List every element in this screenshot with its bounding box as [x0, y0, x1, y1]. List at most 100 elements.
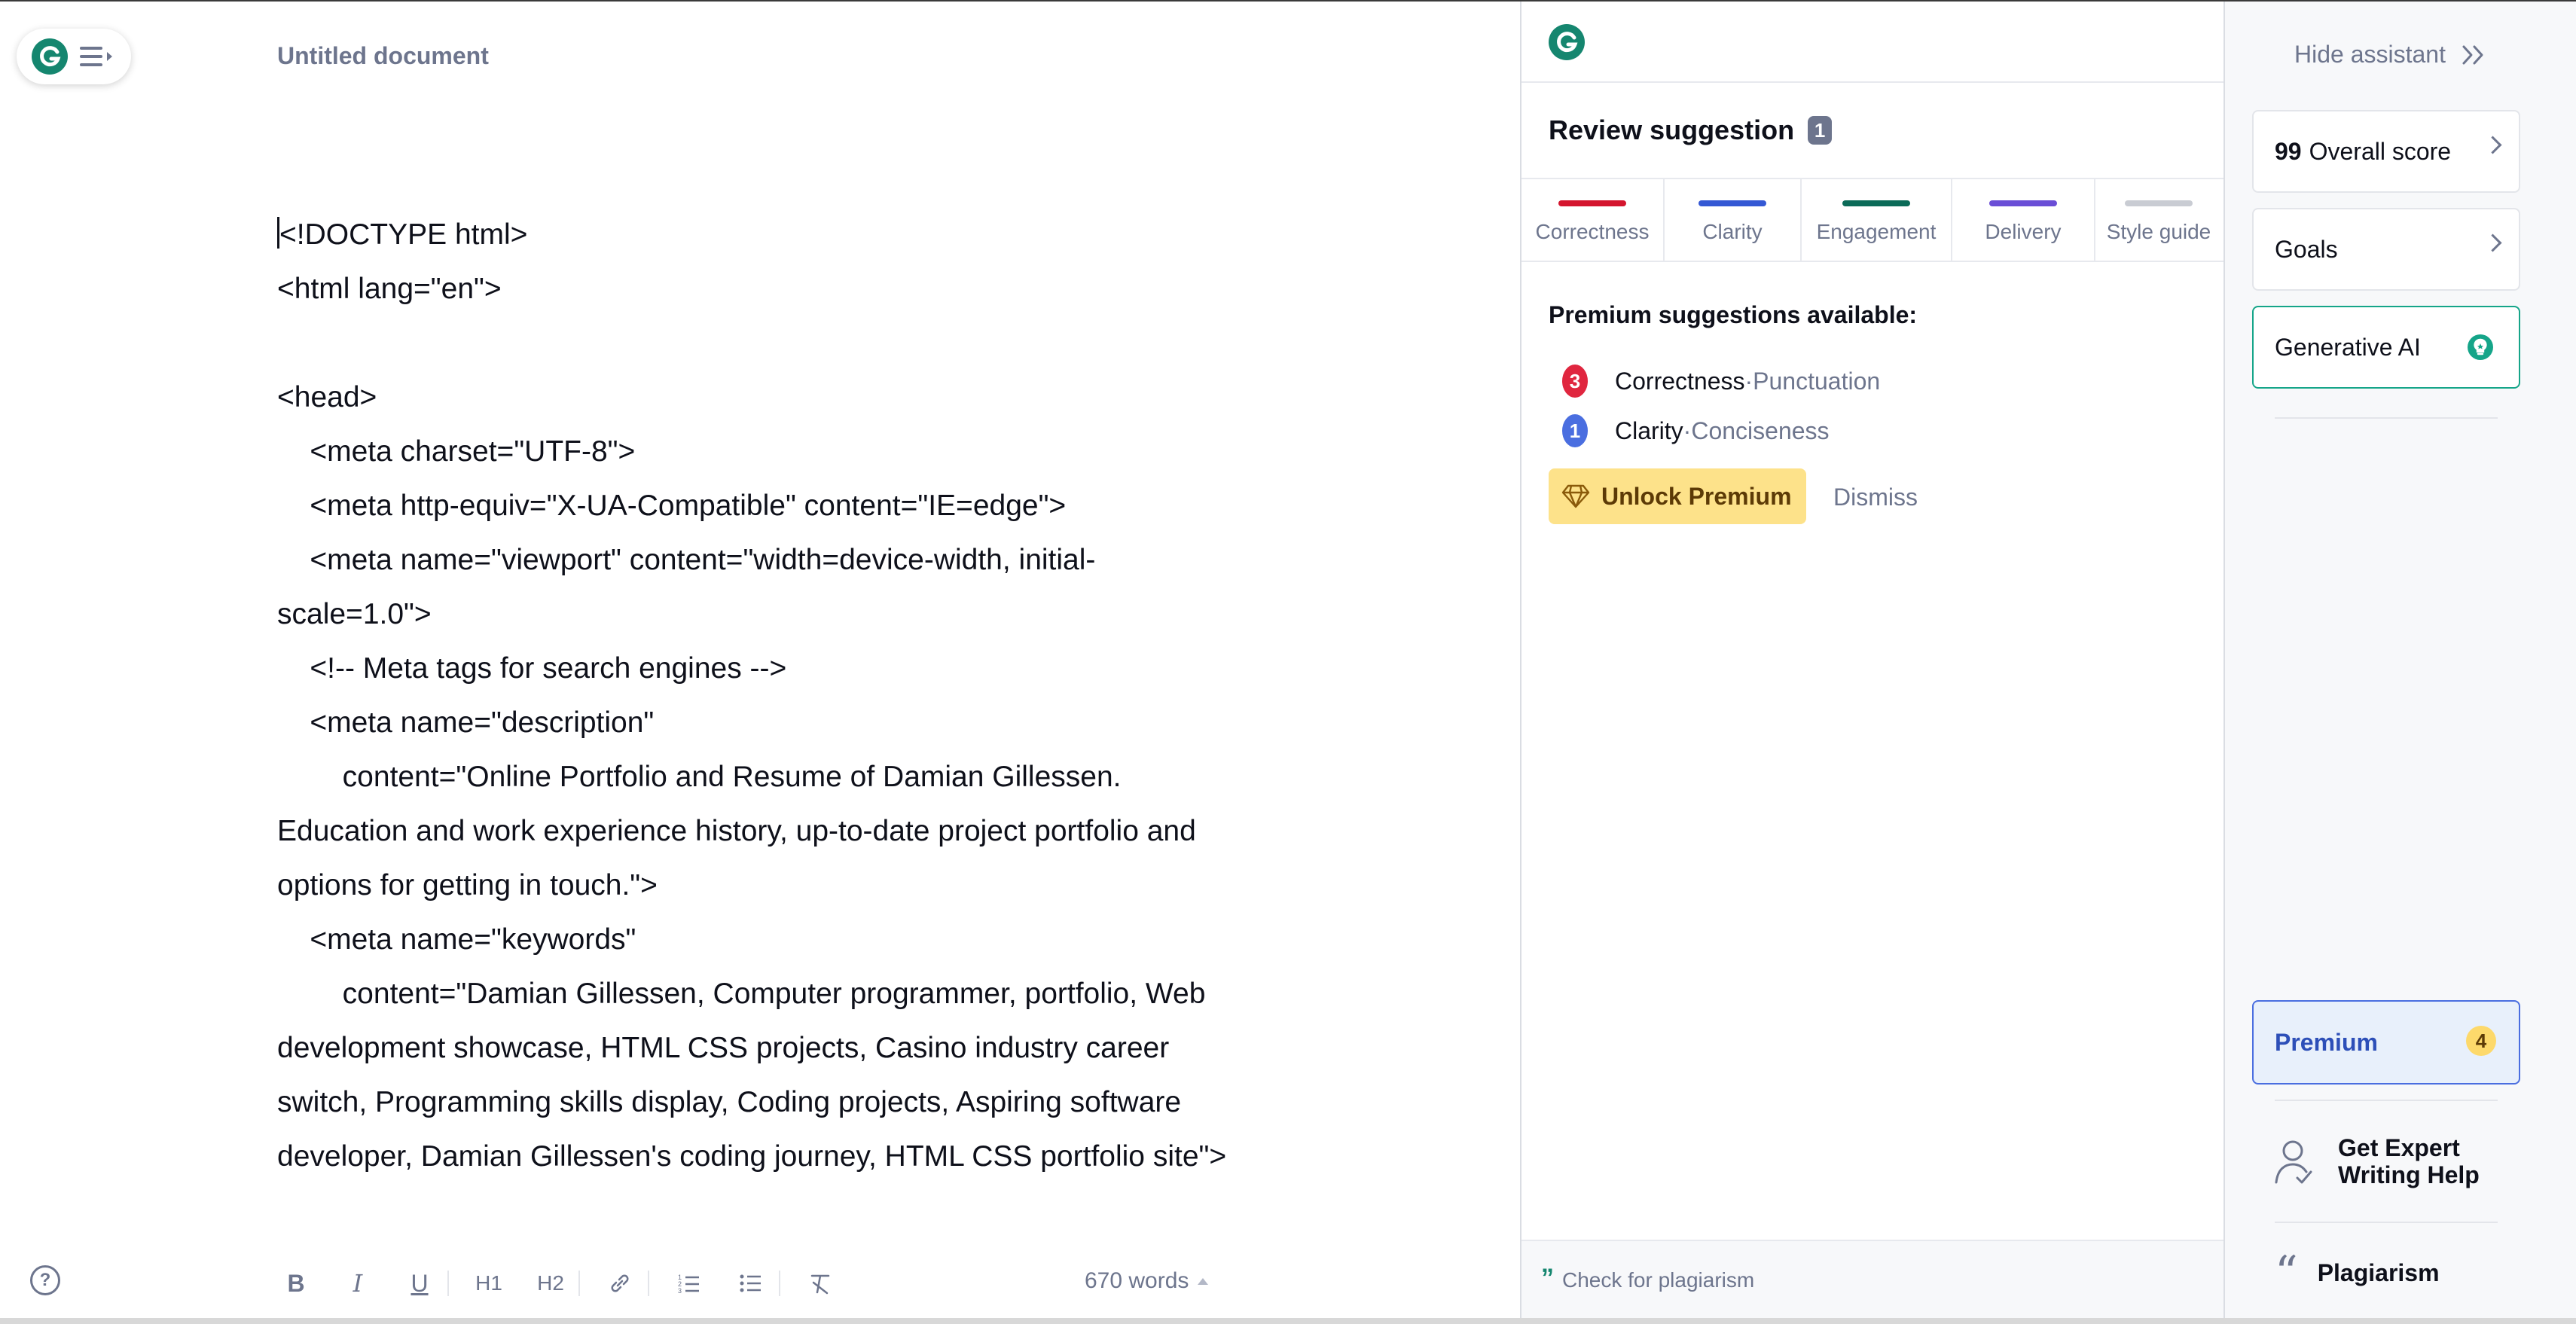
premium-card[interactable]: Premium 4	[2252, 1000, 2520, 1085]
tab-color-bar	[1558, 200, 1626, 206]
tab-correctness[interactable]: Correctness	[1521, 179, 1665, 261]
bold-button[interactable]: B	[274, 1262, 318, 1304]
premium-label: Premium	[2275, 1029, 2378, 1056]
chevron-right-icon	[2483, 233, 2502, 252]
document-body[interactable]: <!DOCTYPE html> <html lang="en"> <head> <m…	[277, 208, 1286, 1184]
toolbar-divider	[578, 1271, 580, 1296]
double-chevron-right-icon	[2462, 45, 2483, 64]
document-line[interactable]: content="Damian Gillessen, Computer prog…	[277, 967, 1286, 1021]
premium-suggestion-correctness[interactable]: 3 Correctness · Punctuation	[1562, 365, 1880, 398]
toolbar-divider	[447, 1271, 449, 1296]
tab-style-guide[interactable]: Style guide	[2095, 179, 2222, 261]
tab-delivery[interactable]: Delivery	[1952, 179, 2095, 261]
bullet-list-button[interactable]	[729, 1262, 773, 1304]
document-line[interactable]: developer, Damian Gillessen's coding jou…	[277, 1130, 1286, 1184]
document-line[interactable]: Education and work experience history, u…	[277, 804, 1286, 859]
separator-dot: ·	[1683, 416, 1692, 444]
tab-label: Engagement	[1816, 220, 1937, 243]
dismiss-button[interactable]: Dismiss	[1833, 484, 1918, 511]
expert-writing-help-button[interactable]: Get Expert Writing Help	[2270, 1131, 2519, 1199]
link-button[interactable]	[598, 1262, 642, 1304]
document-line-text: <meta name="viewport" content="width=dev…	[277, 544, 1096, 576]
tab-label: Delivery	[1985, 220, 2062, 243]
document-line[interactable]: development showcase, HTML CSS projects,…	[277, 1021, 1286, 1075]
document-line-text: <meta charset="UTF-8">	[277, 435, 636, 468]
document-line-text: <meta http-equiv="X-UA-Compatible" conte…	[277, 490, 1067, 522]
document-line-text: development showcase, HTML CSS projects,…	[277, 1032, 1170, 1064]
quote-icon: ”	[1541, 1264, 1554, 1292]
document-line[interactable]: <head>	[277, 371, 1286, 425]
document-line[interactable]: <meta http-equiv="X-UA-Compatible" conte…	[277, 479, 1286, 533]
category-tabs: Correctness Clarity Engagement Delivery Styl…	[1521, 178, 2225, 262]
document-line[interactable]: <!-- Meta tags for search engines -->	[277, 642, 1286, 696]
tab-label: Clarity	[1702, 220, 1763, 243]
expert-label-line1: Get Expert	[2338, 1134, 2460, 1161]
formatting-toolbar: B I U H1 H2 123	[274, 1262, 860, 1304]
document-line[interactable]	[277, 316, 1286, 371]
help-icon[interactable]: ?	[30, 1265, 60, 1295]
tab-clarity[interactable]: Clarity	[1665, 179, 1802, 261]
tab-engagement[interactable]: Engagement	[1802, 179, 1952, 261]
document-line[interactable]: scale=1.0">	[277, 587, 1286, 642]
overall-score-card[interactable]: 99 Overall score	[2252, 110, 2520, 193]
document-line[interactable]: content="Online Portfolio and Resume of …	[277, 750, 1286, 804]
document-line-text: options for getting in touch.">	[277, 869, 658, 901]
divider	[2275, 417, 2498, 419]
document-line-text: scale=1.0">	[277, 598, 432, 630]
generative-ai-label: Generative AI	[2275, 333, 2421, 361]
window-bottom-border	[0, 1318, 2576, 1324]
document-line[interactable]: options for getting in touch.">	[277, 859, 1286, 913]
document-line[interactable]: <meta name="description"	[277, 696, 1286, 750]
divider	[2275, 1100, 2498, 1101]
document-line[interactable]: <!DOCTYPE html>	[277, 208, 1286, 262]
check-plagiarism-label: Check for plagiarism	[1562, 1268, 1755, 1292]
menu-icon	[80, 47, 102, 66]
italic-button[interactable]: I	[336, 1262, 380, 1304]
divider	[1521, 81, 2225, 83]
plagiarism-label: Plagiarism	[2317, 1258, 2440, 1286]
premium-count-badge: 4	[2466, 1026, 2496, 1056]
check-plagiarism-bar[interactable]: ” Check for plagiarism	[1521, 1240, 2225, 1319]
goals-label: Goals	[2275, 235, 2338, 263]
chevron-right-icon	[2483, 136, 2502, 154]
suggestion-count-badge: 3	[1562, 365, 1588, 398]
review-suggestion-header: Review suggestion 1	[1549, 114, 1833, 146]
document-line-text: switch, Programming skills display, Codi…	[277, 1086, 1182, 1118]
premium-suggestion-clarity[interactable]: 1 Clarity · Conciseness	[1562, 414, 1830, 447]
clear-formatting-icon	[810, 1274, 830, 1295]
underline-button[interactable]: U	[398, 1262, 441, 1304]
toolbar-divider	[779, 1271, 780, 1296]
tab-label: Style guide	[2106, 220, 2211, 243]
clear-formatting-button[interactable]	[798, 1262, 842, 1304]
tab-color-bar	[1989, 200, 2057, 206]
suggestion-category: Clarity	[1615, 416, 1683, 444]
document-line[interactable]: <html lang="en">	[277, 262, 1286, 316]
svg-text:3: 3	[678, 1287, 682, 1294]
document-line[interactable]: <meta charset="UTF-8">	[277, 425, 1286, 479]
heading1-button[interactable]: H1	[467, 1262, 511, 1304]
unlock-premium-button[interactable]: Unlock Premium	[1549, 468, 1806, 524]
document-line[interactable]: switch, Programming skills display, Codi…	[277, 1075, 1286, 1130]
document-line[interactable]: <meta name="viewport" content="width=dev…	[277, 533, 1286, 587]
tab-label: Correctness	[1535, 220, 1650, 243]
unlock-premium-label: Unlock Premium	[1601, 482, 1792, 510]
suggestion-subcategory: Conciseness	[1691, 416, 1830, 444]
document-line-text: <meta name="description"	[277, 706, 655, 739]
lightbulb-icon	[2468, 334, 2493, 360]
hide-assistant-button[interactable]: Hide assistant	[2294, 41, 2486, 69]
plagiarism-button[interactable]: “ Plagiarism	[2275, 1246, 2440, 1299]
document-line[interactable]: <meta name="keywords"	[277, 913, 1286, 967]
editor-area: Untitled document <!DOCTYPE html> <html l…	[0, 2, 1520, 1318]
goals-card[interactable]: Goals	[2252, 208, 2520, 291]
suggestion-category: Correctness	[1615, 367, 1745, 395]
suggestion-count-badge: 1	[1562, 414, 1588, 447]
grammarly-menu-button[interactable]	[17, 29, 131, 84]
word-count[interactable]: 670 words	[1085, 1268, 1209, 1294]
quote-icon: “	[2275, 1246, 2298, 1299]
generative-ai-card[interactable]: Generative AI	[2252, 306, 2520, 389]
expert-label-line2: Writing Help	[2338, 1161, 2480, 1188]
separator-dot: ·	[1744, 367, 1753, 395]
document-title[interactable]: Untitled document	[277, 42, 489, 70]
numbered-list-button[interactable]: 123	[667, 1262, 711, 1304]
heading2-button[interactable]: H2	[529, 1262, 572, 1304]
